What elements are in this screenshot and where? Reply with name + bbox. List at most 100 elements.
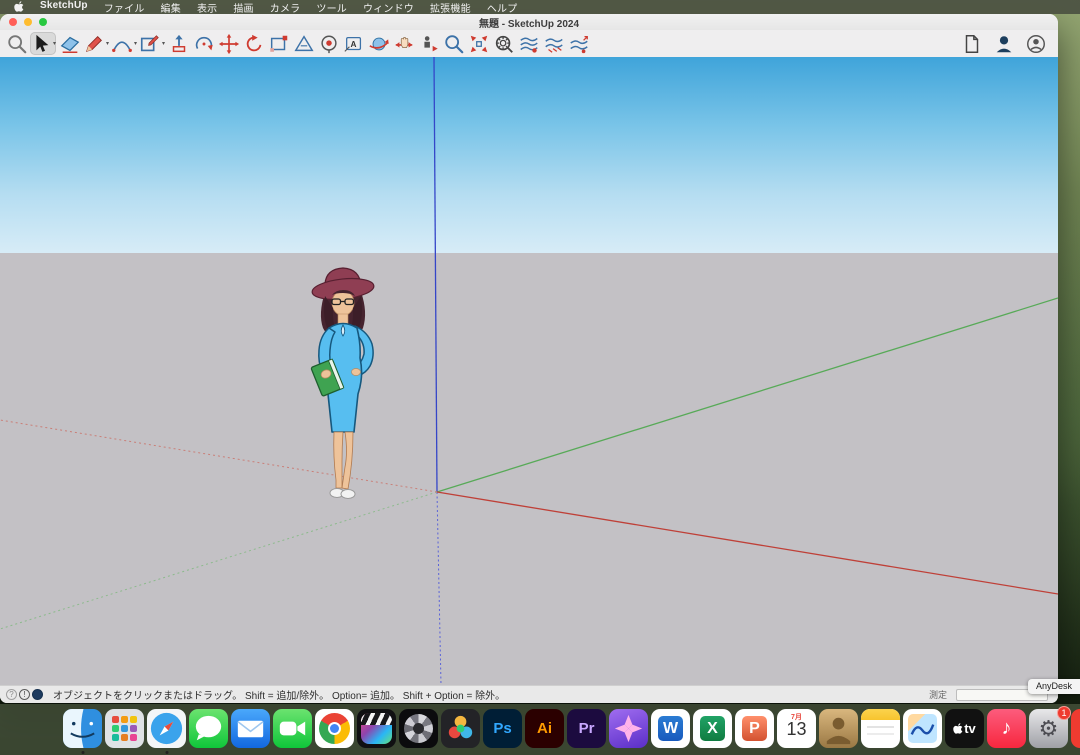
menu-help[interactable]: ヘルプ	[479, 0, 526, 15]
menu-camera[interactable]: カメラ	[262, 0, 309, 15]
toolbar: ▾ ▾ ▾ ▾ A	[0, 30, 1058, 57]
eraser-tool[interactable]	[58, 32, 81, 55]
push-pull-tool[interactable]	[167, 32, 190, 55]
info-circle-icon[interactable]: !	[19, 689, 30, 700]
select-tool[interactable]: ▾	[30, 32, 56, 55]
menu-sketchup[interactable]: SketchUp	[32, 0, 96, 15]
menu-extensions[interactable]: 拡張機能	[422, 0, 479, 15]
contacts-icon	[819, 709, 858, 748]
dock-premiere-pro[interactable]: Pr	[566, 709, 607, 755]
profile-button[interactable]	[1024, 32, 1047, 55]
dropdown-caret-icon[interactable]: ▾	[134, 40, 137, 47]
line-tool[interactable]: ▾	[83, 32, 109, 55]
offset-tool[interactable]	[192, 32, 215, 55]
dropdown-caret-icon[interactable]: ▾	[53, 40, 56, 47]
dock-chrome[interactable]	[314, 709, 355, 755]
dock-settings[interactable]: ⚙1	[1028, 709, 1069, 755]
dock-contacts[interactable]	[818, 709, 859, 755]
pan-icon	[393, 33, 415, 55]
dock-word[interactable]: W	[650, 709, 691, 755]
compressor-icon	[399, 709, 438, 748]
dock-powerpoint[interactable]: P	[734, 709, 775, 755]
dock-safari[interactable]	[146, 709, 187, 755]
viewport-axes	[0, 57, 1058, 685]
dock-final-cut-pro[interactable]	[356, 709, 397, 755]
orbit-tool[interactable]	[367, 32, 390, 55]
user-circle-icon[interactable]	[32, 689, 43, 700]
menu-view[interactable]: 表示	[189, 0, 225, 15]
sandbox-contours-icon	[518, 33, 540, 55]
dock-notes[interactable]	[860, 709, 901, 755]
fullscreen-button[interactable]	[39, 18, 47, 26]
menu-file[interactable]: ファイル	[96, 0, 153, 15]
menu-bar-items: SketchUpファイル編集表示描画カメラツールウィンドウ拡張機能ヘルプ	[32, 0, 525, 15]
move-tool[interactable]	[217, 32, 240, 55]
dropdown-caret-icon[interactable]: ▾	[162, 40, 165, 47]
anydesk-icon	[1071, 709, 1080, 748]
scale-icon	[268, 33, 290, 55]
figure-hand-right	[352, 369, 361, 376]
menu-tools[interactable]: ツール	[308, 0, 355, 15]
dropdown-caret-icon[interactable]: ▾	[106, 40, 109, 47]
chrome-icon	[315, 709, 354, 748]
dock-apple-tv[interactable]: tv	[944, 709, 985, 755]
close-button[interactable]	[9, 18, 17, 26]
shape-tool[interactable]: ▾	[139, 32, 165, 55]
arc-tool[interactable]: ▾	[111, 32, 137, 55]
dock-launchpad[interactable]	[104, 709, 145, 755]
title-bar[interactable]: 無題 - SketchUp 2024	[0, 14, 1058, 30]
scale-tool[interactable]	[267, 32, 290, 55]
sandbox-contours-tool[interactable]	[517, 32, 540, 55]
shape-icon	[139, 33, 161, 55]
menu-window[interactable]: ウィンドウ	[355, 0, 422, 15]
dock-music[interactable]: ♪	[986, 709, 1027, 755]
tape-measure-tool[interactable]	[292, 32, 315, 55]
position-camera-tool[interactable]	[417, 32, 440, 55]
search-tool[interactable]	[5, 32, 28, 55]
scale-figure[interactable]	[292, 262, 395, 505]
dock-excel[interactable]: X	[692, 709, 733, 755]
status-icons: ?!	[6, 689, 45, 700]
calendar-icon: 7月13	[777, 709, 816, 748]
new-document-button[interactable]	[960, 32, 983, 55]
zoom-extents-icon	[468, 33, 490, 55]
model-viewport[interactable]	[0, 57, 1058, 685]
dock-davinci-resolve[interactable]	[440, 709, 481, 755]
dock-messages[interactable]	[188, 709, 229, 755]
dock-photoshop[interactable]: Ps	[482, 709, 523, 755]
dock-affinity[interactable]	[608, 709, 649, 755]
text-tool[interactable]: A	[342, 32, 365, 55]
minimize-button[interactable]	[24, 18, 32, 26]
dock-facetime[interactable]	[272, 709, 313, 755]
window-title: 無題 - SketchUp 2024	[479, 15, 579, 30]
pan-tool[interactable]	[392, 32, 415, 55]
look-around-tool[interactable]	[317, 32, 340, 55]
text-icon: A	[343, 33, 365, 55]
dock-anydesk[interactable]	[1070, 709, 1080, 755]
help-circle-icon[interactable]: ?	[6, 689, 17, 700]
davinci-icon	[441, 709, 480, 748]
tape-measure-icon	[293, 33, 315, 55]
dock-finder[interactable]	[62, 709, 103, 755]
dock-calendar[interactable]: 7月13	[776, 709, 817, 755]
dock-freeform[interactable]	[902, 709, 943, 755]
menu-edit[interactable]: 編集	[153, 0, 189, 15]
sandbox-scratch-tool[interactable]	[542, 32, 565, 55]
status-hint: オブジェクトをクリックまたはドラッグ。 Shift = 追加/除外。 Optio…	[53, 687, 505, 702]
figure-leg-right	[342, 432, 353, 489]
anydesk-tooltip[interactable]: AnyDesk	[1028, 679, 1080, 694]
apple-menu[interactable]	[6, 1, 32, 13]
model-search-tool[interactable]	[492, 32, 515, 55]
dock-mail[interactable]	[230, 709, 271, 755]
account-button[interactable]	[992, 32, 1015, 55]
menu-draw[interactable]: 描画	[225, 0, 261, 15]
position-camera-icon	[418, 33, 440, 55]
rotate-tool[interactable]	[242, 32, 265, 55]
dock-illustrator[interactable]: Ai	[524, 709, 565, 755]
dock-compressor[interactable]	[398, 709, 439, 755]
photoshop-icon: Ps	[483, 709, 522, 748]
zoom-tool[interactable]	[442, 32, 465, 55]
select-arrow-icon	[30, 33, 52, 55]
zoom-extents-tool[interactable]	[467, 32, 490, 55]
sandbox-smoove-tool[interactable]	[567, 32, 590, 55]
